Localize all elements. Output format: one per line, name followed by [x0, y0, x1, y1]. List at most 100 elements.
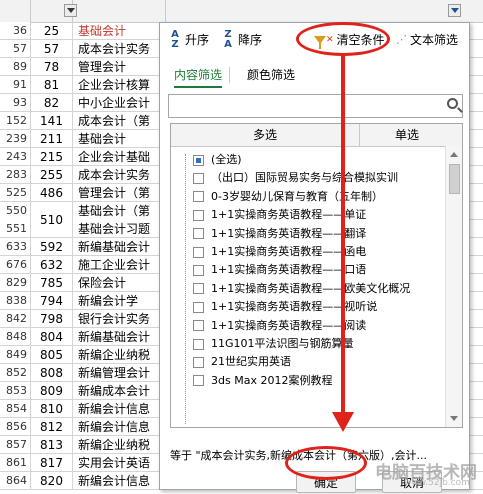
cell-number[interactable]: 141	[31, 112, 73, 130]
filter-dropdown-button[interactable]	[64, 4, 77, 17]
row-number[interactable]: 849	[0, 346, 31, 364]
checkbox[interactable]	[193, 246, 204, 258]
cell-book-name[interactable]: 新编会计信息	[73, 472, 166, 490]
column-single-select[interactable]: 单选	[395, 124, 419, 146]
cell-number[interactable]: 812	[31, 418, 73, 436]
cell-book-name[interactable]: 企业会计基础	[73, 148, 166, 166]
cell-number[interactable]: 809	[31, 382, 73, 400]
cell-book-name[interactable]: 企业会计核算	[73, 76, 166, 94]
checkbox[interactable]	[193, 301, 204, 313]
cell-number[interactable]: 810	[31, 400, 73, 418]
cell-number[interactable]: 813	[31, 436, 73, 454]
row-number[interactable]: 239	[0, 130, 31, 148]
row-number[interactable]: 848	[0, 328, 31, 346]
cell-number[interactable]: 632	[31, 256, 73, 274]
checkbox[interactable]	[193, 320, 204, 332]
cell-book-name[interactable]: 新编企业纳税	[73, 346, 166, 364]
row-number[interactable]: 856	[0, 418, 31, 436]
cell-book-name[interactable]: 新编管理会计	[73, 364, 166, 382]
search-input[interactable]	[168, 94, 463, 118]
row-number[interactable]: 854	[0, 400, 31, 418]
column-multi-select[interactable]: 多选	[253, 124, 277, 146]
cell-number[interactable]: 486	[31, 184, 73, 202]
filter-list-item[interactable]: 21世纪实用英语	[193, 353, 291, 371]
filter-list-item[interactable]: 0-3岁婴幼儿保育与教育（五年制）	[193, 188, 383, 206]
scroll-thumb[interactable]	[449, 164, 460, 194]
cell-book-name[interactable]: 保险会计	[73, 274, 166, 292]
row-number[interactable]: 853	[0, 382, 31, 400]
cell-number[interactable]: 804	[31, 328, 73, 346]
checkbox[interactable]	[193, 228, 204, 240]
cell-book-name[interactable]: 新编基础会计	[73, 328, 166, 346]
cell-number[interactable]: 798	[31, 310, 73, 328]
row-number[interactable]: 243	[0, 148, 31, 166]
row-number[interactable]: 550 551	[0, 202, 31, 238]
filter-list-item[interactable]: （出口）国际贸易实务与综合模拟实训	[193, 169, 398, 187]
cell-book-name[interactable]: 新编会计信息	[73, 418, 166, 436]
cell-number[interactable]: 81	[31, 76, 73, 94]
row-number[interactable]: 842	[0, 310, 31, 328]
tab-content-filter[interactable]: 内容筛选	[174, 64, 223, 88]
cell-book-name[interactable]: 成本会计（第	[73, 112, 166, 130]
cell-number[interactable]: 817	[31, 454, 73, 472]
search-icon[interactable]	[447, 98, 458, 109]
cell-number[interactable]: 820	[31, 472, 73, 490]
sort-descending-button[interactable]: ZA 降序	[221, 29, 262, 51]
filter-list-item[interactable]: (全选)	[193, 151, 242, 169]
checkbox[interactable]	[193, 338, 204, 350]
cell-book-name[interactable]: 管理会计（第	[73, 184, 166, 202]
row-number[interactable]: 91	[0, 76, 31, 94]
cell-book-name[interactable]: 成本会计实务	[73, 40, 166, 58]
cell-book-name[interactable]: 新编会计学	[73, 292, 166, 310]
cell-number[interactable]: 785	[31, 274, 73, 292]
row-number[interactable]: 676	[0, 256, 31, 274]
cell-book-name[interactable]: 施工企业会计	[73, 256, 166, 274]
cell-book-name[interactable]: 新编基础会计	[73, 238, 166, 256]
cell-number[interactable]: 215	[31, 148, 73, 166]
cell-number[interactable]: 78	[31, 58, 73, 76]
row-number[interactable]: 864	[0, 472, 31, 490]
cell-book-name[interactable]: 基础会计	[73, 130, 166, 148]
vertical-scrollbar[interactable]	[445, 146, 462, 427]
checkbox[interactable]	[193, 264, 204, 276]
checkbox[interactable]	[193, 375, 204, 387]
row-number[interactable]: 838	[0, 292, 31, 310]
row-number[interactable]: 152	[0, 112, 31, 130]
filter-list-item[interactable]: 3ds Max 2012案例教程	[193, 372, 332, 390]
cell-number[interactable]: 82	[31, 94, 73, 112]
cell-book-name[interactable]: 银行会计实务	[73, 310, 166, 328]
cell-number[interactable]: 510	[31, 202, 73, 238]
checkbox[interactable]	[193, 356, 204, 368]
row-number[interactable]: 36	[0, 22, 31, 40]
checkbox[interactable]	[193, 172, 204, 184]
row-number[interactable]: 633	[0, 238, 31, 256]
row-number[interactable]: 861	[0, 454, 31, 472]
row-number[interactable]: 93	[0, 94, 31, 112]
cell-book-name[interactable]: 基础会计	[73, 22, 166, 40]
row-number[interactable]: 89	[0, 58, 31, 76]
filter-list-item[interactable]: 11G101平法识图与钢筋算量	[193, 335, 354, 353]
scroll-up-icon[interactable]	[450, 152, 458, 157]
cell-number[interactable]: 805	[31, 346, 73, 364]
filter-list-item[interactable]: 1+1实操商务英语教程——视听说	[193, 298, 377, 316]
checkbox[interactable]	[193, 209, 204, 221]
row-number[interactable]: 525	[0, 184, 31, 202]
cell-book-name[interactable]: 实用会计英语	[73, 454, 166, 472]
row-number[interactable]: 829	[0, 274, 31, 292]
filter-list-item[interactable]: 1+1实操商务英语教程——欧美文化概况	[193, 280, 410, 298]
sort-ascending-button[interactable]: AZ 升序	[168, 29, 209, 51]
row-number[interactable]: 57	[0, 40, 31, 58]
scroll-down-icon[interactable]	[450, 416, 458, 421]
row-number[interactable]: 283	[0, 166, 31, 184]
cell-number[interactable]: 808	[31, 364, 73, 382]
tab-color-filter[interactable]: 颜色筛选	[247, 64, 295, 86]
cell-number[interactable]: 57	[31, 40, 73, 58]
cell-number[interactable]: 255	[31, 166, 73, 184]
cell-number[interactable]: 25	[31, 22, 73, 40]
text-filter-button[interactable]: ⋰ 文本筛选	[396, 29, 458, 51]
active-filter-button[interactable]	[448, 4, 461, 17]
cell-book-name[interactable]: 中小企业会计	[73, 94, 166, 112]
checkbox[interactable]	[193, 283, 204, 295]
cell-book-name[interactable]: 管理会计	[73, 58, 166, 76]
cell-book-name[interactable]: 新编成本会计	[73, 382, 166, 400]
